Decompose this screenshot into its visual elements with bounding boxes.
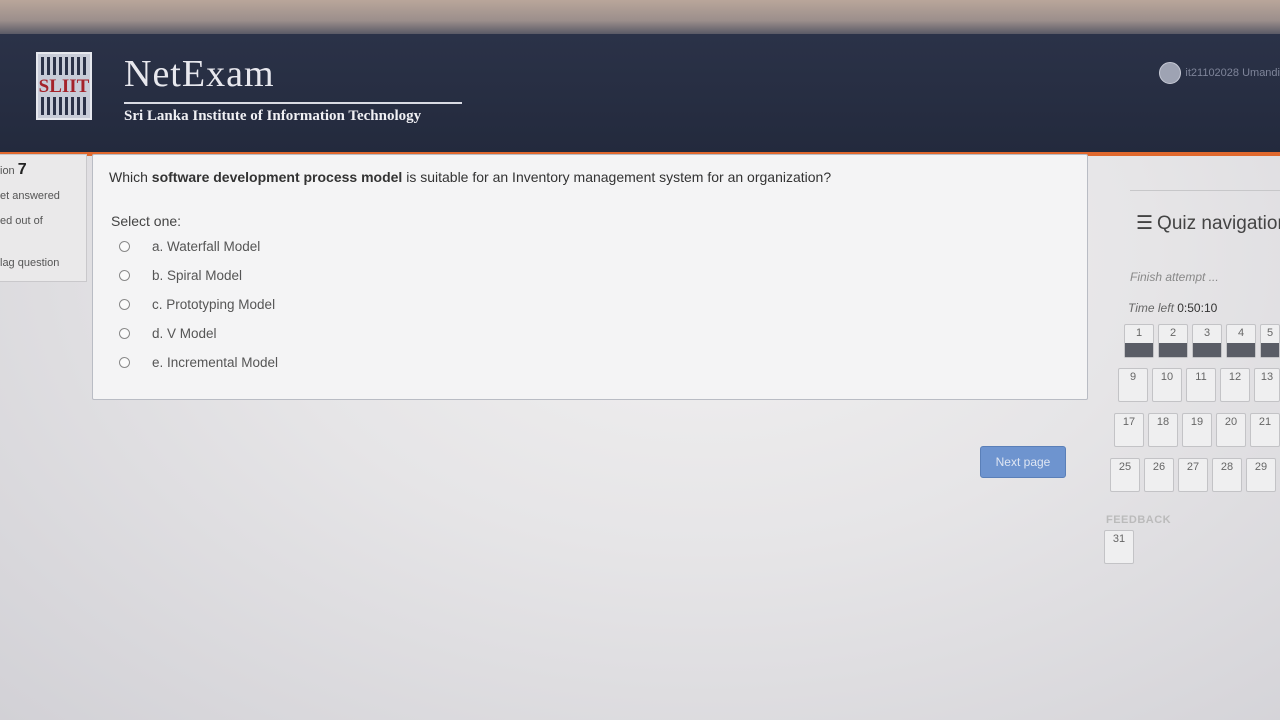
nav-question-19-label[interactable]: 19 <box>1183 416 1211 428</box>
nav-question-2-label[interactable]: 2 <box>1159 327 1187 339</box>
nav-question-3-label[interactable]: 3 <box>1193 327 1221 339</box>
nav-question-26-label[interactable]: 26 <box>1145 461 1173 473</box>
time-left-label: Time left <box>1128 301 1174 315</box>
nav-question-11[interactable]: 11 <box>1186 368 1216 402</box>
user-name[interactable]: it21102028 Umandi <box>1185 67 1280 79</box>
brand-title: NetExam <box>124 53 275 95</box>
nav-question-25-label[interactable]: 25 <box>1111 461 1139 473</box>
question-number-value: 7 <box>17 161 27 178</box>
question-text-part1: Which <box>109 169 152 185</box>
time-left: Time left 0:50:10 <box>1128 301 1217 315</box>
question-number: ion 7 <box>0 161 27 179</box>
option-a-label[interactable]: a. Waterfall Model <box>152 239 260 254</box>
feedback-label: FEEDBACK <box>1106 514 1172 526</box>
logo-grid-top <box>41 57 87 75</box>
nav-question-12-label[interactable]: 12 <box>1221 371 1249 383</box>
sliit-logo: SLIIT <box>36 52 92 120</box>
option-c[interactable]: c. Prototyping Model <box>119 297 275 312</box>
nav-question-19[interactable]: 19 <box>1182 413 1212 447</box>
nav-question-10-label[interactable]: 10 <box>1153 371 1181 383</box>
option-b-label[interactable]: b. Spiral Model <box>152 268 242 283</box>
nav-question-28-label[interactable]: 28 <box>1213 461 1241 473</box>
nav-question-21[interactable]: 21 <box>1250 413 1280 447</box>
nav-question-10[interactable]: 10 <box>1152 368 1182 402</box>
finish-attempt-link[interactable]: Finish attempt ... <box>1130 270 1219 284</box>
question-text-bold: software development process model <box>151 169 403 185</box>
nav-question-28[interactable]: 28 <box>1212 458 1242 492</box>
brand-divider <box>124 102 462 104</box>
nav-feedback-31[interactable]: 31 <box>1104 530 1134 564</box>
site-header: SLIIT NetExam Sri Lanka Institute of Inf… <box>0 34 1280 156</box>
nav-question-1-label[interactable]: 1 <box>1125 327 1153 339</box>
avatar[interactable] <box>1159 62 1182 84</box>
nav-question-29-label[interactable]: 29 <box>1247 461 1275 473</box>
option-b[interactable]: b. Spiral Model <box>119 268 242 283</box>
question-number-prefix: ion <box>0 165 15 177</box>
nav-question-2[interactable]: 2 <box>1158 324 1188 358</box>
nav-question-4-label[interactable]: 4 <box>1227 327 1255 339</box>
question-state: et answered <box>0 190 60 202</box>
question-text: Which software development process model… <box>109 169 831 185</box>
nav-question-17[interactable]: 17 <box>1114 413 1144 447</box>
screen-bezel <box>0 0 1280 34</box>
radio-e[interactable] <box>119 357 130 368</box>
radio-a[interactable] <box>119 241 130 252</box>
nav-question-18-label[interactable]: 18 <box>1149 416 1177 428</box>
nav-question-21-label[interactable]: 21 <box>1251 416 1279 428</box>
flag-question-link[interactable]: lag question <box>0 257 59 269</box>
nav-question-9-label[interactable]: 9 <box>1119 371 1147 383</box>
nav-question-3[interactable]: 3 <box>1192 324 1222 358</box>
nav-question-12[interactable]: 12 <box>1220 368 1250 402</box>
option-c-label[interactable]: c. Prototyping Model <box>152 297 275 312</box>
quiz-navigation-title: ☰ Quiz navigation <box>1136 212 1280 235</box>
option-e-label[interactable]: e. Incremental Model <box>152 355 278 370</box>
next-page-button[interactable]: Next page <box>980 446 1066 478</box>
option-e[interactable]: e. Incremental Model <box>119 355 278 370</box>
radio-b[interactable] <box>119 270 130 281</box>
logo-grid-bottom <box>41 97 87 115</box>
nav-question-5[interactable]: 5 <box>1260 324 1280 358</box>
nav-question-25[interactable]: 25 <box>1110 458 1140 492</box>
nav-question-20-label[interactable]: 20 <box>1217 416 1245 428</box>
quiz-navigation-title-text: Quiz navigation <box>1157 213 1280 234</box>
institute-name: Sri Lanka Institute of Information Techn… <box>124 108 422 124</box>
nav-question-29[interactable]: 29 <box>1246 458 1276 492</box>
question-card: Which software development process model… <box>92 154 1088 400</box>
nav-question-27-label[interactable]: 27 <box>1179 461 1207 473</box>
nav-question-26[interactable]: 26 <box>1144 458 1174 492</box>
question-marks: ed out of <box>0 215 43 227</box>
nav-question-11-label[interactable]: 11 <box>1187 371 1215 383</box>
logo-text: SLIIT <box>38 76 90 97</box>
option-d-label[interactable]: d. V Model <box>152 326 217 341</box>
select-one-prompt: Select one: <box>111 213 182 229</box>
time-left-value: 0:50:10 <box>1177 301 1218 315</box>
hamburger-icon[interactable]: ☰ <box>1136 213 1153 234</box>
radio-d[interactable] <box>119 328 130 339</box>
nav-feedback-31-label[interactable]: 31 <box>1105 533 1133 545</box>
user-menu[interactable]: it21102028 Umandi <box>1159 62 1280 84</box>
question-info: ion 7 et answered ed out of lag question <box>0 154 87 282</box>
nav-divider <box>1130 190 1280 191</box>
option-d[interactable]: d. V Model <box>119 326 217 341</box>
option-a[interactable]: a. Waterfall Model <box>119 239 260 254</box>
nav-question-4[interactable]: 4 <box>1226 324 1256 358</box>
nav-question-18[interactable]: 18 <box>1148 413 1178 447</box>
nav-question-20[interactable]: 20 <box>1216 413 1246 447</box>
question-text-part2: is suitable for an Inventory management … <box>402 169 832 185</box>
nav-question-17-label[interactable]: 17 <box>1115 416 1143 428</box>
nav-question-9[interactable]: 9 <box>1118 368 1148 402</box>
nav-question-5-label[interactable]: 5 <box>1261 327 1279 339</box>
radio-c[interactable] <box>119 299 130 310</box>
nav-question-13-label[interactable]: 13 <box>1255 371 1279 383</box>
quiz-navigation: ☰ Quiz navigation Finish attempt ... Time… <box>1100 188 1280 588</box>
nav-question-1[interactable]: 1 <box>1124 324 1154 358</box>
nav-question-27[interactable]: 27 <box>1178 458 1208 492</box>
nav-question-13[interactable]: 13 <box>1254 368 1280 402</box>
